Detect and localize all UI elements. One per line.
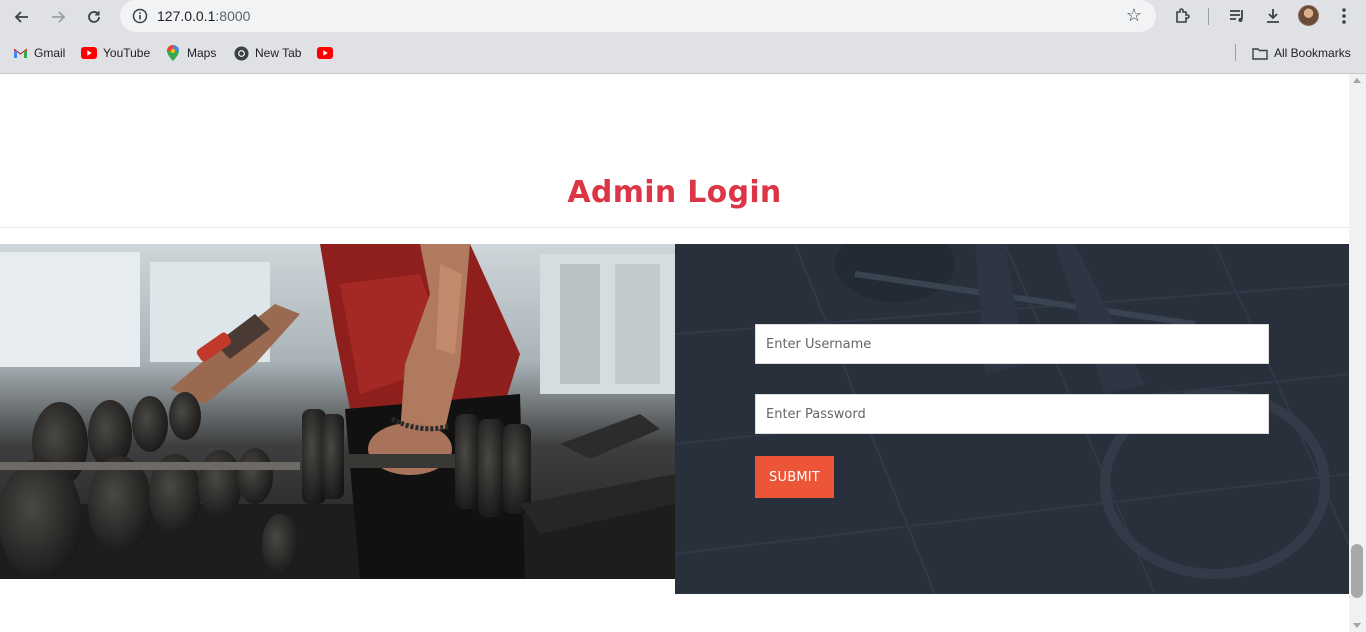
- login-panel: SUBMIT: [675, 244, 1349, 594]
- bookmark-label: Gmail: [34, 46, 66, 60]
- bookmark-youtube[interactable]: YouTube: [81, 45, 150, 61]
- bookmark-youtube-2[interactable]: [317, 45, 333, 61]
- submit-button[interactable]: SUBMIT: [755, 456, 834, 498]
- maps-icon: [165, 45, 181, 61]
- youtube-icon: [81, 45, 97, 61]
- page-title: Admin Login: [567, 175, 782, 210]
- forward-arrow-icon: [52, 11, 66, 23]
- username-input[interactable]: [755, 324, 1269, 364]
- bookmark-star-icon[interactable]: ☆: [1126, 5, 1142, 26]
- url-host: 127.0.0.1: [157, 8, 216, 24]
- url-text[interactable]: 127.0.0.1:8000: [157, 8, 250, 24]
- site-info-icon[interactable]: [128, 4, 152, 28]
- password-input[interactable]: [755, 394, 1269, 434]
- bookmark-label: YouTube: [103, 46, 151, 60]
- toolbar-separator: [1208, 8, 1209, 25]
- chrome-icon: [233, 45, 249, 61]
- page-content: Admin Login Enter Username SUBMIT: [0, 74, 1349, 632]
- title-divider: [0, 227, 1349, 228]
- bookmarks-bar: Gmail YouTube Maps New Tab All Bookmarks: [0, 40, 1366, 66]
- reload-icon: [88, 11, 100, 23]
- gmail-icon: [12, 45, 28, 61]
- bookmark-label: New Tab: [255, 46, 302, 60]
- scroll-thumb[interactable]: [1351, 544, 1363, 598]
- extensions-icon[interactable]: [1172, 5, 1194, 27]
- bookmark-new-tab[interactable]: New Tab: [233, 45, 301, 61]
- reload-button[interactable]: [81, 4, 107, 30]
- youtube-icon: [317, 45, 333, 61]
- bookmark-gmail[interactable]: Gmail: [12, 45, 65, 61]
- forward-button[interactable]: [45, 4, 71, 30]
- folder-icon: [1252, 45, 1268, 61]
- browser-toolbar: 127.0.0.1:8000 ☆: [0, 0, 1366, 34]
- bookmark-label: Maps: [187, 46, 217, 60]
- media-controls-icon[interactable]: [1226, 5, 1248, 27]
- browser-chrome: 127.0.0.1:8000 ☆ Gmail YouTube Maps New …: [0, 0, 1366, 74]
- bookmarks-separator: [1235, 44, 1236, 61]
- back-arrow-icon: [14, 11, 28, 23]
- scroll-down-arrow-icon[interactable]: [1353, 623, 1361, 628]
- download-icon[interactable]: [1262, 5, 1284, 27]
- page-scrollbar[interactable]: [1349, 74, 1366, 632]
- menu-kebab-icon[interactable]: [1334, 5, 1354, 27]
- gym-dumbbell-photo: [0, 244, 675, 579]
- all-bookmarks[interactable]: All Bookmarks: [1252, 45, 1351, 61]
- all-bookmarks-label: All Bookmarks: [1274, 46, 1351, 60]
- address-bar[interactable]: 127.0.0.1:8000 ☆: [120, 0, 1156, 32]
- back-button[interactable]: [9, 4, 35, 30]
- url-port: :8000: [215, 8, 251, 24]
- profile-avatar[interactable]: [1298, 5, 1319, 26]
- scroll-up-arrow-icon[interactable]: [1353, 78, 1361, 83]
- bookmark-maps[interactable]: Maps: [165, 45, 216, 61]
